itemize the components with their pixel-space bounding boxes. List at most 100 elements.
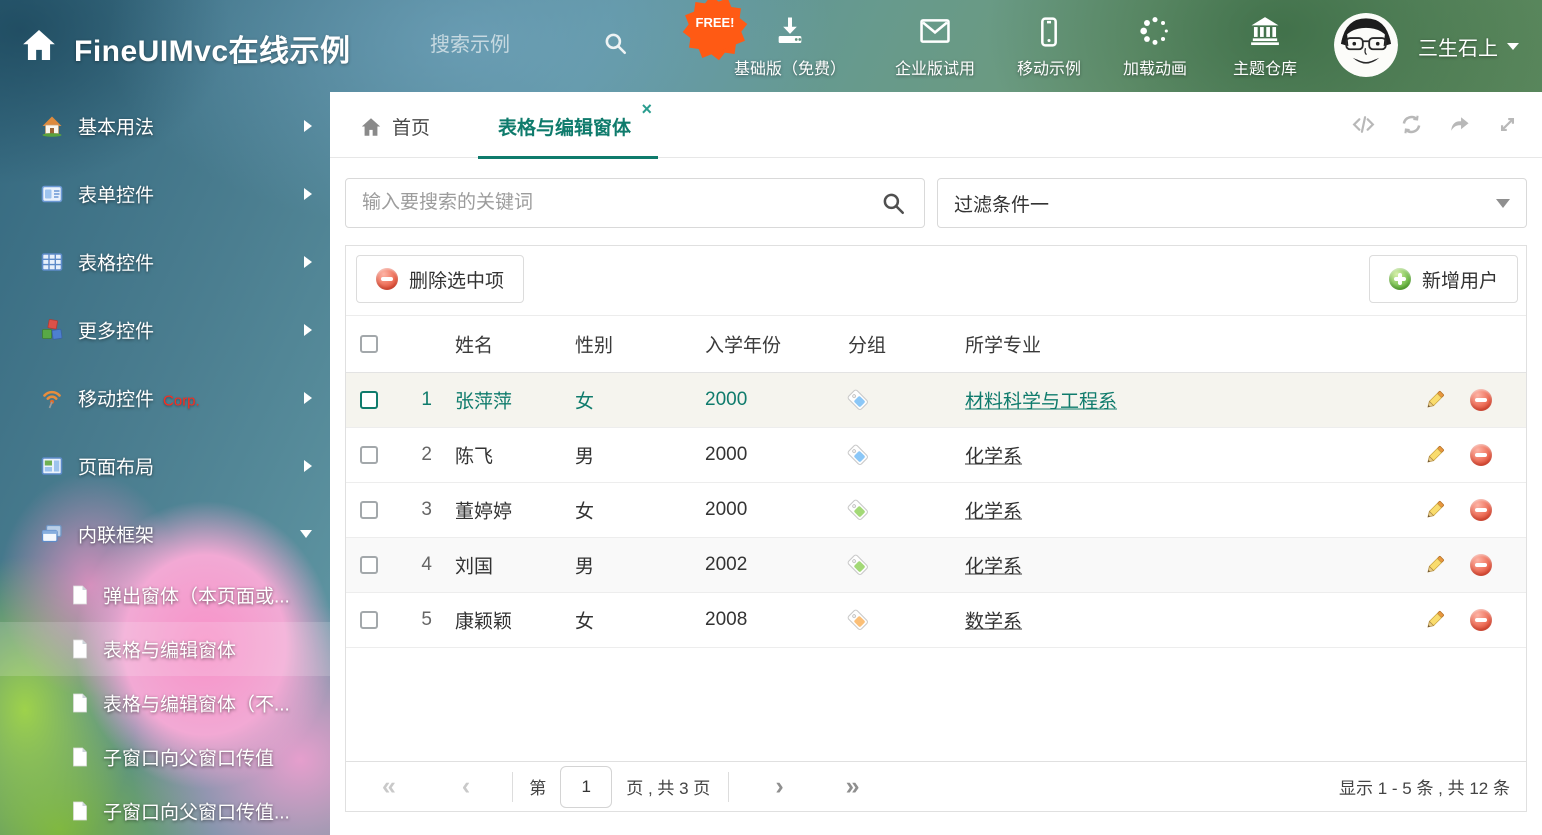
sidebar-item-label: 页面布局 <box>78 453 154 480</box>
tag-icon <box>846 498 870 522</box>
sidebar-nav: 基本用法 表单控件 表格控件 更多控件 <box>0 92 330 835</box>
table-row[interactable]: 2 陈飞 男 2000 化学系 <box>346 428 1526 483</box>
record-count-summary: 显示 1 - 5 条 , 共 12 条 <box>1339 774 1510 799</box>
delete-selected-button[interactable]: 删除选中项 <box>356 255 524 303</box>
sidebar-item-more-controls[interactable]: 更多控件 <box>0 296 330 364</box>
table-row[interactable]: 3 董婷婷 女 2000 化学系 <box>346 483 1526 538</box>
last-page-button[interactable]: » <box>846 774 860 799</box>
active-tab-underline <box>478 156 658 159</box>
prev-page-button[interactable]: ‹ <box>462 774 470 799</box>
major-link[interactable]: 化学系 <box>965 552 1022 579</box>
sidebar-item-label: 移动控件Corp. <box>78 385 200 412</box>
avatar[interactable] <box>1334 13 1398 77</box>
keyword-search-input[interactable] <box>345 178 925 228</box>
edit-pencil-icon[interactable] <box>1424 609 1446 631</box>
tag-icon <box>846 443 870 467</box>
layout-icon <box>40 454 64 478</box>
tag-icon <box>846 553 870 577</box>
major-link[interactable]: 化学系 <box>965 442 1022 469</box>
major-link[interactable]: 化学系 <box>965 497 1022 524</box>
delete-row-icon[interactable] <box>1470 444 1492 466</box>
search-icon[interactable] <box>880 190 906 216</box>
sidebar-item-iframe[interactable]: 内联框架 <box>0 500 330 568</box>
next-page-button[interactable]: › <box>775 774 783 799</box>
filter-value: 过滤条件一 <box>954 190 1049 217</box>
chevron-right-icon <box>304 392 312 404</box>
divider <box>728 772 729 802</box>
table-empty-area <box>346 648 1526 761</box>
grid-toolbar: 删除选中项 新增用户 <box>346 246 1526 316</box>
header-search-input[interactable] <box>430 28 588 62</box>
delete-row-icon[interactable] <box>1470 609 1492 631</box>
cell-name: 张萍萍 <box>455 387 512 414</box>
share-icon[interactable] <box>1447 112 1472 137</box>
nav-label: 基础版（免费） <box>715 55 865 79</box>
tab-bar: 首页 表格与编辑窗体 × <box>330 92 1542 158</box>
free-badge-label: FREE! <box>685 15 745 30</box>
bank-icon <box>1190 12 1340 48</box>
row-number: 3 <box>376 499 432 521</box>
sidebar-subitem-label: 子窗口向父窗口传值 <box>103 744 274 771</box>
table-row[interactable]: 4 刘国 男 2002 化学系 <box>346 538 1526 593</box>
major-link[interactable]: 数学系 <box>965 607 1022 634</box>
top-header: FineUIMvc在线示例 FREE! 基础版（免费） 企业版试用 移动示例 <box>0 0 1542 92</box>
delete-row-icon[interactable] <box>1470 389 1492 411</box>
sidebar-item-basic-usage[interactable]: 基本用法 <box>0 92 330 160</box>
delete-row-icon[interactable] <box>1470 554 1492 576</box>
home-icon <box>360 116 382 138</box>
sidebar-subitem-child-to-parent[interactable]: 子窗口向父窗口传值 <box>0 730 330 784</box>
home-icon[interactable] <box>20 26 58 64</box>
tag-icon <box>846 388 870 412</box>
table-row[interactable]: 1 张萍萍 女 2000 材料科学与工程系 <box>346 373 1526 428</box>
sidebar-item-mobile-controls[interactable]: 移动控件Corp. <box>0 364 330 432</box>
edit-pencil-icon[interactable] <box>1424 554 1446 576</box>
row-number: 1 <box>376 389 432 411</box>
sidebar-subitem-grid-edit-window[interactable]: 表格与编辑窗体 <box>0 622 330 676</box>
chevron-right-icon <box>304 324 312 336</box>
page-number-input[interactable] <box>560 766 612 808</box>
refresh-icon[interactable] <box>1399 112 1424 137</box>
delete-row-icon[interactable] <box>1470 499 1492 521</box>
sidebar-item-form-controls[interactable]: 表单控件 <box>0 160 330 228</box>
grid-panel: 删除选中项 新增用户 姓名 性别 入学年份 分组 所学专业 1 张萍萍 <box>345 245 1527 812</box>
cell-year: 2000 <box>705 389 747 411</box>
select-all-checkbox[interactable] <box>360 335 378 353</box>
app-title: FineUIMvc在线示例 <box>74 26 351 70</box>
cell-gender: 女 <box>575 497 594 524</box>
tab-grid-edit-window[interactable]: 表格与编辑窗体 × <box>478 92 658 158</box>
first-page-button[interactable]: « <box>382 774 396 799</box>
edit-pencil-icon[interactable] <box>1424 389 1446 411</box>
house-icon <box>40 114 64 138</box>
user-menu[interactable]: 三生石上 <box>1418 32 1519 61</box>
close-icon[interactable]: × <box>641 99 652 120</box>
column-header-group: 分组 <box>848 331 886 358</box>
add-user-button[interactable]: 新增用户 <box>1369 255 1518 303</box>
document-icon <box>70 801 90 821</box>
edit-pencil-icon[interactable] <box>1424 444 1446 466</box>
chevron-right-icon <box>304 256 312 268</box>
sidebar-subitem-popup-window[interactable]: 弹出窗体（本页面或... <box>0 568 330 622</box>
document-icon <box>70 639 90 659</box>
filter-dropdown[interactable]: 过滤条件一 <box>937 178 1527 228</box>
nav-theme-repo[interactable]: 主题仓库 <box>1190 12 1340 79</box>
document-icon <box>70 585 90 605</box>
expand-icon[interactable] <box>1495 112 1520 137</box>
search-icon[interactable] <box>602 30 628 56</box>
row-number: 2 <box>376 444 432 466</box>
sidebar-item-grid-controls[interactable]: 表格控件 <box>0 228 330 296</box>
table-row[interactable]: 5 康颖颖 女 2008 数学系 <box>346 593 1526 648</box>
table-header-row: 姓名 性别 入学年份 分组 所学专业 <box>346 316 1526 373</box>
edit-pencil-icon[interactable] <box>1424 499 1446 521</box>
sidebar-subitem-grid-edit-window-2[interactable]: 表格与编辑窗体（不... <box>0 676 330 730</box>
sidebar-subitem-label: 表格与编辑窗体 <box>103 636 236 663</box>
row-number: 4 <box>376 554 432 576</box>
source-code-icon[interactable] <box>1351 112 1376 137</box>
cell-gender: 男 <box>575 442 594 469</box>
minus-circle-icon <box>376 268 398 290</box>
tab-home[interactable]: 首页 <box>360 113 430 140</box>
sidebar-item-page-layout[interactable]: 页面布局 <box>0 432 330 500</box>
major-link[interactable]: 材料科学与工程系 <box>965 387 1117 414</box>
sidebar-subitem-child-to-parent-2[interactable]: 子窗口向父窗口传值... <box>0 784 330 835</box>
mobile-controls-text: 移动控件 <box>78 390 154 411</box>
row-number: 5 <box>376 609 432 631</box>
